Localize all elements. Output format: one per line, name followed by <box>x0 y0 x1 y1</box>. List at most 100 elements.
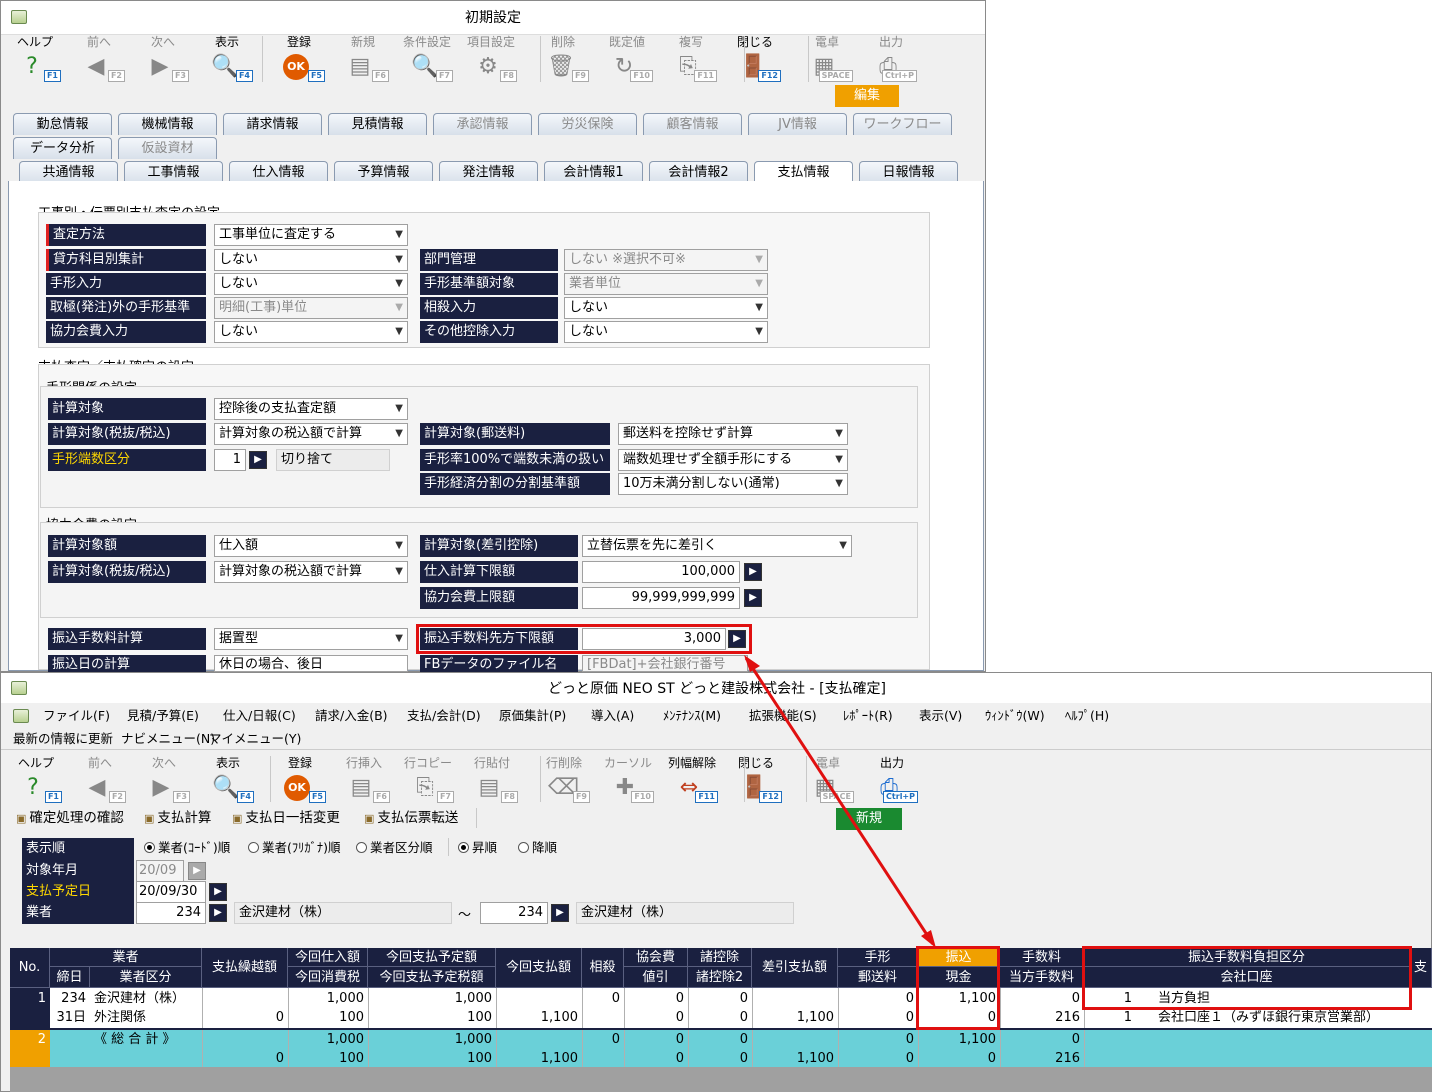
tab-3[interactable]: 予算情報 <box>334 161 433 183</box>
dropdown[interactable]: しない ※選択不可※ ▼ <box>564 249 768 271</box>
tab-1[interactable]: 工事情報 <box>124 161 223 183</box>
dropdown[interactable]: しない ▼ <box>564 321 768 343</box>
radio-option[interactable]: 業者(ﾌﾘｶﾞﾅ)順 <box>248 838 341 858</box>
tab-1[interactable]: 機械情報 <box>118 113 217 135</box>
dropdown[interactable]: 立替伝票を先に差引く ▼ <box>582 535 852 557</box>
dropdown[interactable]: しない ▼ <box>214 249 408 271</box>
toolbar-button-4[interactable]: 登録 OK F5 <box>271 34 327 84</box>
quick-item[interactable]: マイメニュー(Y) <box>209 728 301 750</box>
toolbar-button-5[interactable]: 新規 ▤ F6 <box>335 34 391 84</box>
dropdown[interactable]: 計算対象の税込額で計算 ▼ <box>214 423 408 445</box>
tab-5[interactable]: 労災保険 <box>538 113 637 135</box>
menu-item[interactable]: 見積/予算(E) <box>127 705 199 727</box>
radio-option[interactable]: 業者区分順 <box>356 838 433 858</box>
dropdown[interactable]: 明細(工事)単位 ▼ <box>214 297 408 319</box>
dropdown[interactable]: 業者単位 ▼ <box>564 273 768 295</box>
toolbar-button-3[interactable]: 表示 🔍 F4 <box>199 34 255 84</box>
dropdown[interactable]: 端数処理せず全額手形にする ▼ <box>618 449 848 471</box>
quick-item[interactable]: ナビメニュー(N) <box>121 728 215 750</box>
dropdown[interactable]: 10万未満分割しない(通常) ▼ <box>618 473 848 495</box>
toolbar-button-12[interactable]: 電卓 ▦ SPACE <box>800 755 856 805</box>
toolbar-button-3[interactable]: 表示 🔍 F4 <box>200 755 256 805</box>
action-button[interactable]: ▣ 確定処理の確認 <box>16 808 124 828</box>
dropdown[interactable]: しない ▼ <box>564 297 768 319</box>
lookup-button[interactable]: ▶ <box>551 904 569 922</box>
action-button[interactable]: ▣ 支払計算 <box>144 808 211 828</box>
menu-item[interactable]: ｳｨﾝﾄﾞｳ(W) <box>985 705 1045 727</box>
dropdown[interactable]: 郵送料を控除せず計算 ▼ <box>618 423 848 445</box>
tab-8[interactable]: 日報情報 <box>859 161 958 183</box>
tab-4[interactable]: 発注情報 <box>439 161 538 183</box>
lookup-button[interactable]: ▶ <box>209 883 227 901</box>
dropdown[interactable]: 控除後の支払査定額 ▼ <box>214 398 408 420</box>
pay-date-input[interactable]: 20/09/30 <box>136 881 206 903</box>
lookup-button[interactable]: ▶ <box>744 589 762 607</box>
lookup-button[interactable]: ▶ <box>188 862 206 880</box>
toolbar-button-2[interactable]: 次へ ▶ F3 <box>136 755 192 805</box>
dropdown[interactable]: 休日の場合、後日 <box>214 655 408 672</box>
radio-option[interactable]: 業者(ｺｰﾄﾞ)順 <box>144 838 230 858</box>
dropdown[interactable]: 計算対象の税込額で計算 ▼ <box>214 561 408 583</box>
menu-item[interactable]: ﾍﾙﾌﾟ(H) <box>1065 705 1109 727</box>
menu-item[interactable]: 表示(V) <box>919 705 962 727</box>
toolbar-button-8[interactable]: 削除 🗑 F9 <box>535 34 591 84</box>
radio-option[interactable]: 降順 <box>518 838 557 858</box>
toolbar-button-11[interactable]: 閉じる 🚪 F12 <box>727 34 783 84</box>
toolbar-button-1[interactable]: 前へ ◀ F2 <box>71 34 127 84</box>
dropdown[interactable]: しない ▼ <box>214 321 408 343</box>
menu-item[interactable]: 原価集計(P) <box>499 705 566 727</box>
quick-item[interactable]: 最新の情報に更新 <box>13 728 113 750</box>
tab-1[interactable]: 仮設資材 <box>118 137 217 159</box>
dropdown[interactable]: 工事単位に査定する ▼ <box>214 224 408 246</box>
year-month-input[interactable]: 20/09 <box>136 860 184 882</box>
toolbar-button-13[interactable]: 出力 ⎙ Ctrl+P <box>863 34 919 84</box>
tab-0[interactable]: 勤怠情報 <box>13 113 112 135</box>
tab-2[interactable]: 仕入情報 <box>229 161 328 183</box>
toolbar-button-4[interactable]: 登録 OK F5 <box>272 755 328 805</box>
tab-2[interactable]: 請求情報 <box>223 113 322 135</box>
toolbar-button-2[interactable]: 次へ ▶ F3 <box>135 34 191 84</box>
menu-item[interactable]: 支払/会計(D) <box>407 705 481 727</box>
action-button[interactable]: ▣ 支払日一括変更 <box>232 808 340 828</box>
toolbar-button-6[interactable]: 行コピー ⎘ F7 <box>400 755 456 805</box>
toolbar-button-7[interactable]: 行貼付 ▤ F8 <box>464 755 520 805</box>
toolbar-button-1[interactable]: 前へ ◀ F2 <box>72 755 128 805</box>
amount-input[interactable]: 100,000 <box>582 561 740 583</box>
toolbar-button-5[interactable]: 行挿入 ▤ F6 <box>336 755 392 805</box>
toolbar-button-0[interactable]: ヘルプ? F1 <box>8 755 64 805</box>
toolbar-button-9[interactable]: 既定値 ↻ F10 <box>599 34 655 84</box>
rounding-input[interactable]: 1 <box>214 449 246 471</box>
tab-8[interactable]: ワークフロー <box>853 113 952 135</box>
tab-5[interactable]: 会計情報1 <box>544 161 643 183</box>
menu-item[interactable]: 仕入/日報(C) <box>223 705 296 727</box>
dropdown[interactable]: 据置型 ▼ <box>214 628 408 650</box>
tab-0[interactable]: データ分析 <box>13 137 112 159</box>
toolbar-button-11[interactable]: 閉じる 🚪 F12 <box>728 755 784 805</box>
tab-7[interactable]: JV情報 <box>748 113 847 135</box>
vendor-from-input[interactable]: 234 <box>136 902 206 924</box>
menu-item[interactable]: 拡張機能(S) <box>749 705 817 727</box>
toolbar-button-13[interactable]: 出力 ⎙ Ctrl+P <box>864 755 920 805</box>
toolbar-button-8[interactable]: 行削除 ⌫ F9 <box>536 755 592 805</box>
menu-item[interactable]: ﾒﾝﾃﾅﾝｽ(M) <box>663 705 721 727</box>
tab-6[interactable]: 顧客情報 <box>643 113 742 135</box>
lookup-button[interactable]: ▶ <box>209 904 227 922</box>
toolbar-button-10[interactable]: 列幅解除 ⇔ F11 <box>664 755 720 805</box>
tab-4[interactable]: 承認情報 <box>433 113 532 135</box>
action-button[interactable]: ▣ 支払伝票転送 <box>364 808 458 828</box>
toolbar-button-10[interactable]: 複写 ⎘ F11 <box>663 34 719 84</box>
menu-item[interactable]: 請求/入金(B) <box>315 705 388 727</box>
dropdown[interactable]: 仕入額 ▼ <box>214 535 408 557</box>
vendor-to-input[interactable]: 234 <box>480 902 548 924</box>
radio-option[interactable]: 昇順 <box>458 838 497 858</box>
dropdown[interactable]: しない ▼ <box>214 273 408 295</box>
dropdown[interactable]: [FBDat]+会社銀行番号 <box>582 655 748 672</box>
tab-0[interactable]: 共通情報 <box>19 161 118 183</box>
menu-item[interactable]: ﾚﾎﾟｰﾄ(R) <box>843 705 893 727</box>
amount-input[interactable]: 99,999,999,999 <box>582 587 740 609</box>
toolbar-button-0[interactable]: ヘルプ? F1 <box>7 34 63 84</box>
toolbar-button-7[interactable]: 項目設定 ⚙ F8 <box>463 34 519 84</box>
menu-item[interactable]: ファイル(F) <box>43 705 110 727</box>
toolbar-button-6[interactable]: 条件設定 🔍 F7 <box>399 34 455 84</box>
lookup-button[interactable]: ▶ <box>744 563 762 581</box>
